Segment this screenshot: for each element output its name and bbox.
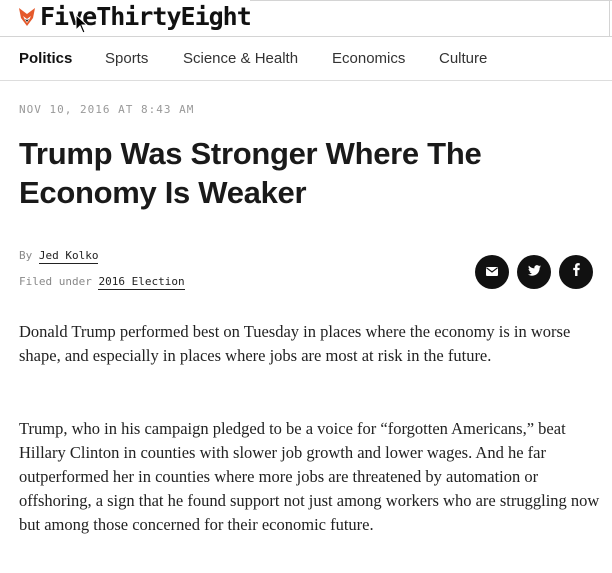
author-link[interactable]: Jed Kolko [38, 249, 99, 264]
nav-item-economics[interactable]: Economics [332, 51, 405, 67]
article-dateline: NOV 10, 2016 AT 8:43 AM [19, 103, 195, 116]
article-page: FiveThirtyEight Politics Sports Science … [0, 0, 612, 573]
nav-item-culture[interactable]: Culture [439, 51, 487, 67]
article-byline: By Jed Kolko [19, 249, 99, 264]
filed-under-link[interactable]: 2016 Election [98, 275, 185, 290]
article-paragraph: Trump, who in his campaign pledged to be… [19, 419, 600, 534]
fox-icon [18, 7, 36, 27]
mouse-cursor-icon [75, 13, 89, 34]
site-logo[interactable]: FiveThirtyEight [18, 2, 252, 31]
nav-item-science-health[interactable]: Science & Health [183, 51, 298, 67]
article-headline: Trump Was Stronger Where The Economy Is … [19, 136, 482, 210]
filed-prefix: Filed under [19, 275, 92, 288]
article-paragraph: Donald Trump performed best on Tuesday i… [19, 322, 571, 365]
share-facebook-button[interactable] [559, 255, 593, 289]
nav-item-sports[interactable]: Sports [105, 51, 148, 67]
nav-item-politics[interactable]: Politics [19, 51, 72, 67]
facebook-icon [572, 263, 580, 281]
byline-prefix: By [19, 249, 33, 262]
share-twitter-button[interactable] [517, 255, 551, 289]
article-filed-under: Filed under 2016 Election [19, 275, 185, 290]
header-top-rule [250, 0, 612, 1]
twitter-icon [527, 263, 541, 281]
section-nav: Politics Sports Science & Health Economi… [0, 36, 612, 81]
header-right-edge [609, 0, 610, 36]
email-icon [486, 263, 498, 281]
share-email-button[interactable] [475, 255, 509, 289]
logo-wordmark: FiveThirtyEight [40, 2, 252, 31]
site-header: FiveThirtyEight [0, 0, 612, 37]
